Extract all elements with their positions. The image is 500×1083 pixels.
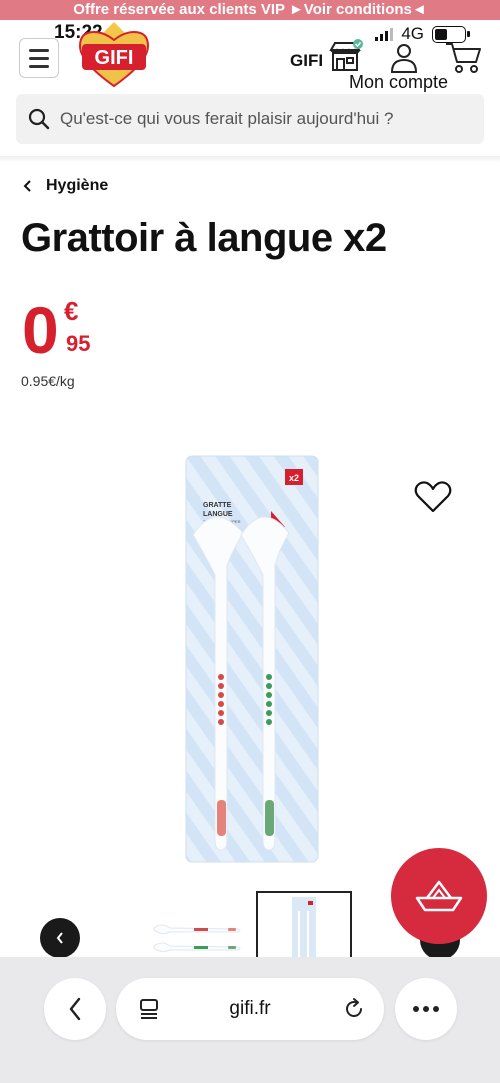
store-label[interactable]: GIFI <box>290 51 323 71</box>
logo-text: GIFI <box>95 47 134 69</box>
account-icon[interactable] <box>388 42 420 74</box>
reload-icon[interactable] <box>342 997 366 1021</box>
price-decimal: 95 <box>66 331 91 356</box>
search-icon <box>28 108 50 130</box>
favorite-heart-icon[interactable] <box>414 480 452 514</box>
header-divider <box>0 156 500 162</box>
browser-url[interactable]: gifi.fr <box>229 998 270 1020</box>
thumbnail-prev-button[interactable] <box>40 918 80 958</box>
store-icon[interactable] <box>327 38 363 74</box>
more-dots-icon <box>413 1006 439 1012</box>
gifi-logo[interactable]: GIFI <box>74 18 154 90</box>
product-image[interactable]: x2 GRATTE LANGUE TONGUE SCRAPER <box>185 455 319 863</box>
promo-banner[interactable]: Offre réservée aux clients VIP ►Voir con… <box>0 0 500 20</box>
chevron-left-icon <box>69 997 81 1021</box>
network-label: 4G <box>401 24 424 43</box>
signal-icon <box>375 27 394 41</box>
breadcrumb[interactable]: Hygiène <box>22 177 108 195</box>
browser-address-bar[interactable]: gifi.fr <box>116 978 384 1040</box>
thumbnail-2-selected[interactable] <box>256 891 352 963</box>
paper-boat-icon <box>415 880 463 912</box>
price-currency: € <box>64 296 79 326</box>
pack-line-1: GRATTE <box>203 502 232 509</box>
browser-more-button[interactable] <box>395 978 457 1040</box>
tab-overview-icon <box>140 999 158 1019</box>
chevron-left-icon <box>56 932 63 944</box>
search-input[interactable]: Qu'est-ce qui vous ferait plaisir aujour… <box>16 94 484 144</box>
cart-icon[interactable] <box>444 40 482 74</box>
thumbnail-1[interactable] <box>150 920 244 956</box>
product-title: Grattoir à langue x2 <box>21 216 387 260</box>
unit-price: 0.95€/kg <box>21 373 75 389</box>
search-placeholder: Qu'est-ce qui vous ferait plaisir aujour… <box>60 109 394 128</box>
thumbnail-2-image <box>292 897 316 961</box>
account-label[interactable]: Mon compte <box>349 72 448 93</box>
chevron-left-icon <box>23 180 31 192</box>
browser-back-button[interactable] <box>44 978 106 1040</box>
price-integer: 0 <box>22 293 59 367</box>
menu-button[interactable] <box>19 38 59 78</box>
assistant-fab-button[interactable] <box>391 848 487 944</box>
breadcrumb-label[interactable]: Hygiène <box>46 177 108 195</box>
pack-badge: x2 <box>289 473 299 483</box>
